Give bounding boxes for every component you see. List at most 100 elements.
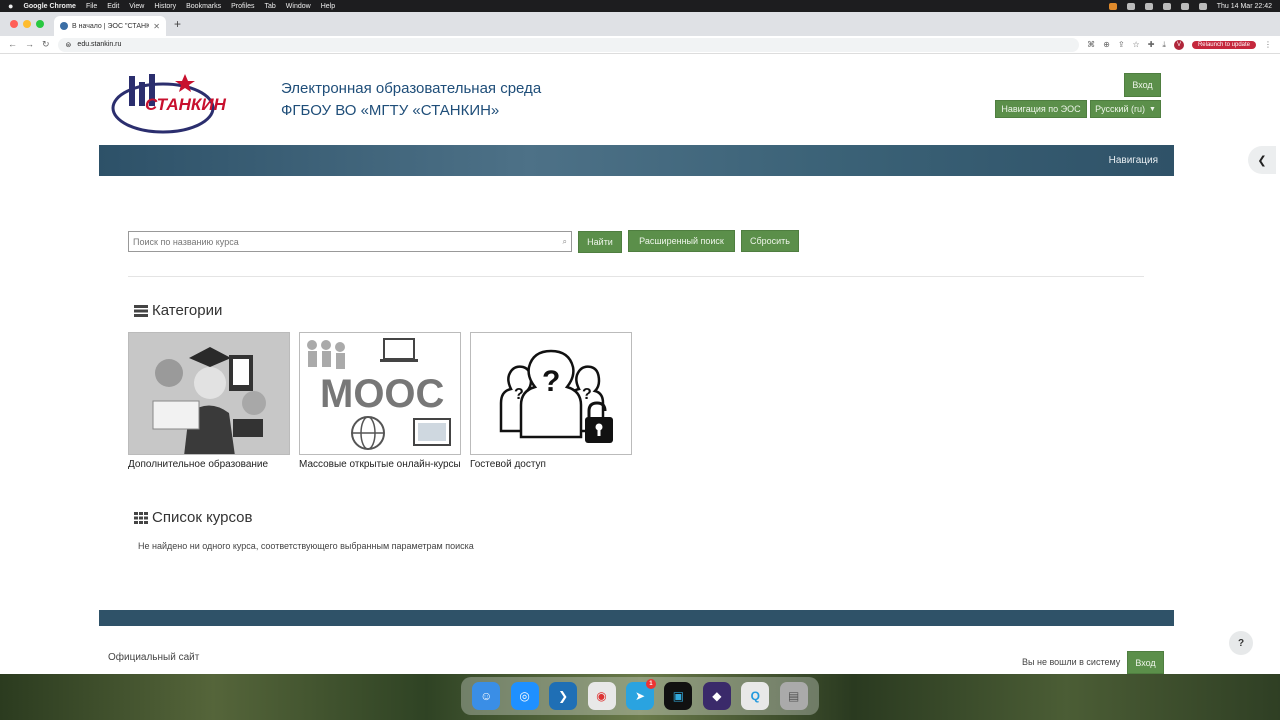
courses-heading: Список курсов [134, 509, 252, 526]
share-icon[interactable]: ⇪ [1118, 40, 1125, 49]
browser-toolbar: ← → ↻ ⊜ edu.stankin.ru ⌘ ⊕ ⇪ ☆ ✚ ⤓ V Rel… [0, 36, 1280, 54]
menu-bookmarks[interactable]: Bookmarks [186, 3, 221, 10]
tray-app-icon[interactable] [1108, 2, 1117, 10]
apple-icon[interactable]: ● [8, 1, 13, 11]
chevron-left-icon: ❮ [1257, 154, 1267, 167]
favicon-icon [60, 22, 68, 30]
browser-tab[interactable]: В начало | ЭОС "СТАНКИН" ✕ [54, 16, 166, 36]
mooc-illustration-icon: MOOC [300, 333, 460, 454]
vscode-icon[interactable]: ❯ [549, 682, 578, 710]
menu-edit[interactable]: Edit [107, 3, 119, 10]
menu-window[interactable]: Window [286, 3, 311, 10]
categories-title: Категории [152, 302, 223, 319]
category-image[interactable]: MOOC [299, 332, 461, 455]
window-controls [0, 20, 54, 28]
download-icon[interactable]: ⤓ [1162, 40, 1166, 50]
close-tab-icon[interactable]: ✕ [153, 22, 160, 31]
forward-icon[interactable]: → [25, 39, 34, 50]
advanced-search-button[interactable]: Расширенный поиск [628, 230, 735, 252]
categories-heading: Категории [134, 302, 222, 319]
nav-eos-button[interactable]: Навигация по ЭОС [995, 100, 1087, 118]
stankin-logo[interactable]: СТАНКИН [111, 72, 227, 136]
divider [128, 276, 1144, 277]
chrome-icon[interactable]: ◉ [587, 682, 616, 710]
mac-dock: ☺ ◎ ❯ ◉ ➤ 1 ▣ ◆ Q ▤ [461, 677, 819, 715]
category-card[interactable]: ? ? ? Гостевой доступ [470, 332, 632, 470]
category-label[interactable]: Дополнительное образование [128, 459, 290, 470]
reload-icon[interactable]: ↻ [42, 39, 50, 50]
tray-settings-icon[interactable] [1126, 2, 1135, 10]
profile-avatar[interactable]: V [1173, 39, 1184, 50]
menubar-clock[interactable]: Thu 14 Mar 22:42 [1217, 3, 1272, 10]
menu-file[interactable]: File [86, 3, 97, 10]
trash-icon[interactable]: ▤ [779, 682, 808, 710]
language-selector[interactable]: Русский (ru) ▼ [1090, 100, 1161, 118]
menu-history[interactable]: History [154, 3, 176, 10]
zoom-window-icon[interactable] [36, 20, 44, 28]
no-courses-message: Не найдено ни одного курса, соответствую… [138, 541, 474, 551]
minimize-window-icon[interactable] [23, 20, 31, 28]
footer-band [99, 610, 1174, 626]
extensions-icon[interactable]: ✚ [1148, 40, 1155, 49]
safari-icon[interactable]: ◎ [510, 682, 539, 710]
list-icon [134, 304, 148, 317]
tray-cloud-icon[interactable] [1144, 2, 1153, 10]
tray-battery-icon[interactable] [1180, 2, 1189, 10]
language-label: Русский (ru) [1095, 104, 1145, 114]
graduate-illustration-icon [129, 333, 289, 454]
kebab-menu-icon[interactable]: ⋮ [1264, 40, 1272, 49]
url-text: edu.stankin.ru [77, 41, 122, 48]
question-icon: ? [1237, 637, 1245, 649]
courses-title: Список курсов [152, 509, 253, 526]
nav-banner: Навигация [99, 145, 1174, 176]
close-window-icon[interactable] [10, 20, 18, 28]
menu-help[interactable]: Help [321, 3, 335, 10]
grid-icon [134, 511, 148, 524]
login-button[interactable]: Вход [1124, 73, 1161, 97]
guest-access-illustration-icon: ? ? ? [471, 333, 631, 454]
official-site-link[interactable]: Официальный сайт [108, 652, 199, 663]
menu-tab[interactable]: Tab [264, 3, 275, 10]
course-search-input[interactable]: Поиск по названию курса ⌕ [128, 231, 572, 252]
site-title: Электронная образовательная среда ФГБОУ … [281, 78, 541, 122]
tray-search-icon[interactable] [1198, 2, 1207, 10]
svg-text:?: ? [514, 386, 524, 403]
site-info-icon[interactable]: ⊜ [66, 41, 72, 49]
app-menu[interactable]: Google Chrome [23, 3, 76, 10]
back-icon[interactable]: ← [8, 39, 17, 50]
menu-view[interactable]: View [129, 3, 144, 10]
category-label[interactable]: Гостевой доступ [470, 459, 632, 470]
category-card[interactable]: MOOC Массовые открытые онлайн-курсы [299, 332, 461, 470]
finder-icon[interactable]: ☺ [472, 682, 501, 710]
menu-profiles[interactable]: Profiles [231, 3, 254, 10]
category-image[interactable]: ? ? ? [470, 332, 632, 455]
help-button[interactable]: ? [1229, 631, 1253, 655]
relaunch-button[interactable]: Relaunch to update [1191, 40, 1256, 49]
new-tab-icon[interactable]: + [166, 17, 189, 31]
site-title-line1: Электронная образовательная среда [281, 80, 542, 97]
footer-login-button[interactable]: Вход [1127, 651, 1164, 674]
zoom-icon[interactable]: ⊕ [1103, 40, 1110, 49]
drawer-toggle-button[interactable]: ❮ [1248, 146, 1276, 174]
site-title-line2: ФГБОУ ВО «МГТУ «СТАНКИН» [281, 102, 500, 119]
reset-button[interactable]: Сбросить [741, 230, 799, 252]
obsidian-icon[interactable]: ◆ [702, 682, 731, 710]
address-bar[interactable]: ⊜ edu.stankin.ru [57, 37, 1080, 52]
category-card[interactable]: Дополнительное образование [128, 332, 290, 470]
banner-nav-link[interactable]: Навигация [1109, 155, 1158, 166]
logo-text: СТАНКИН [145, 95, 227, 114]
find-button[interactable]: Найти [578, 231, 622, 253]
quicktime-icon[interactable]: Q [741, 682, 770, 710]
tab-title: В начало | ЭОС "СТАНКИН" [72, 22, 150, 30]
translate-icon[interactable]: ⌘ [1087, 40, 1095, 49]
chevron-down-icon: ▼ [1148, 105, 1156, 113]
category-image[interactable] [128, 332, 290, 455]
telegram-icon[interactable]: ➤ 1 [625, 679, 656, 710]
category-label[interactable]: Массовые открытые онлайн-курсы [299, 459, 461, 470]
tray-wifi-icon[interactable] [1162, 2, 1171, 10]
mooc-text: MOOC [320, 372, 444, 416]
app-icon[interactable]: ▣ [664, 682, 693, 710]
mac-menubar: ● Google Chrome File Edit View History B… [0, 0, 1280, 12]
bookmark-star-icon[interactable]: ☆ [1133, 40, 1140, 49]
svg-text:?: ? [582, 386, 592, 403]
